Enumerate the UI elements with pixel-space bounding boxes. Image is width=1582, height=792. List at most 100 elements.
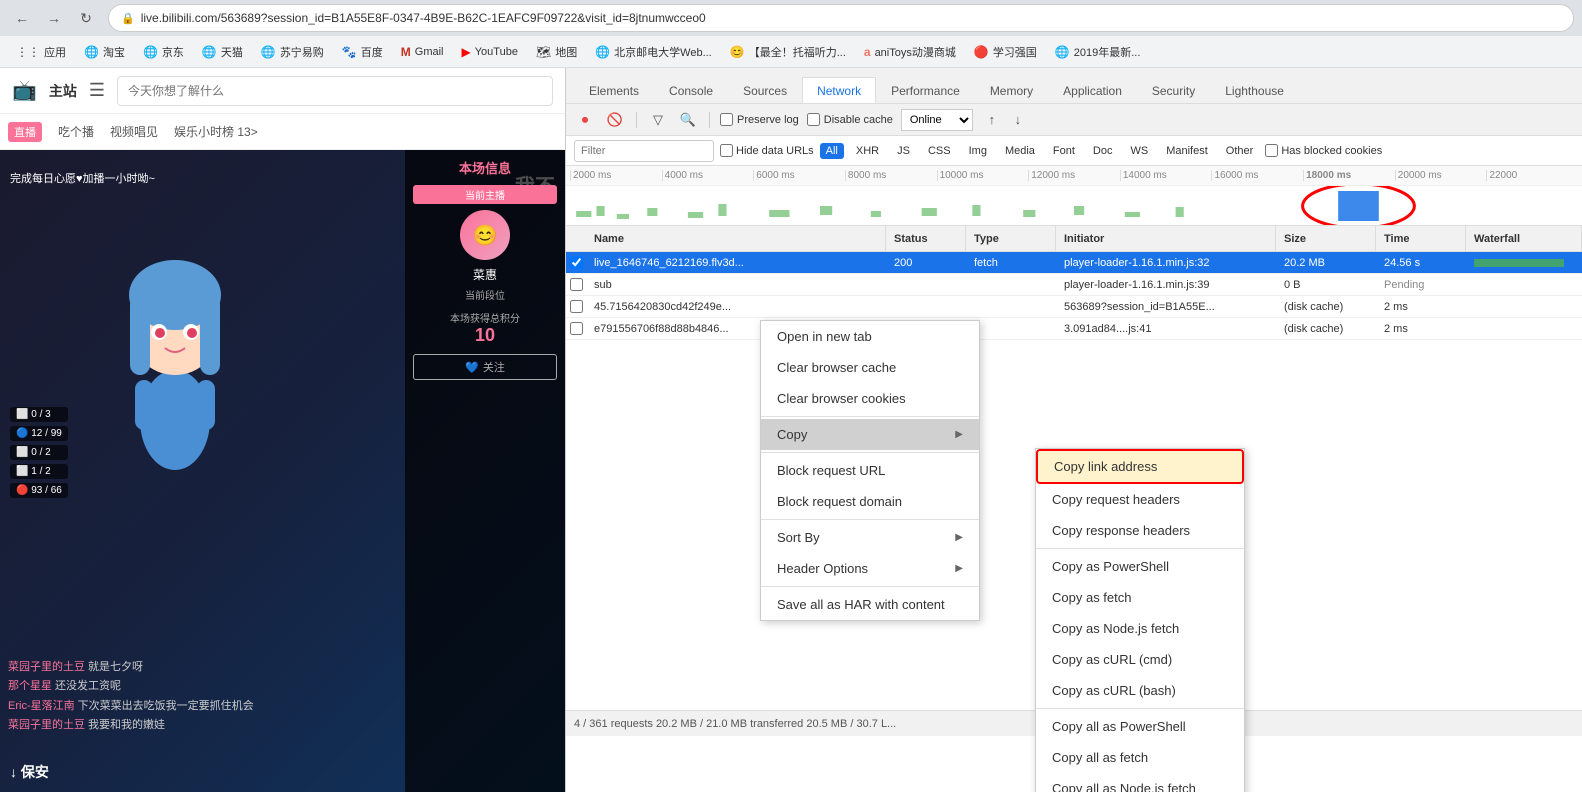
- bookmark-maps[interactable]: 🗺 地图: [528, 40, 585, 64]
- filter-js[interactable]: JS: [891, 143, 916, 159]
- header-time[interactable]: Time: [1376, 226, 1466, 251]
- back-button[interactable]: ←: [8, 4, 36, 32]
- header-initiator[interactable]: Initiator: [1056, 226, 1276, 251]
- filter-xhr[interactable]: XHR: [850, 143, 885, 159]
- disable-cache-check[interactable]: Disable cache: [807, 113, 893, 126]
- bookmark-toefl[interactable]: 😊 【最全！托福听力...: [722, 40, 854, 64]
- mark-18000: 18000 ms: [1303, 170, 1395, 181]
- timeline-chart[interactable]: [566, 186, 1582, 226]
- row-time-4: 2 ms: [1376, 318, 1466, 339]
- filter-img[interactable]: Img: [963, 143, 993, 159]
- bookmark-bupt[interactable]: 🌐 北京邮电大学Web...: [587, 40, 720, 64]
- tab-security[interactable]: Security: [1137, 77, 1210, 104]
- header-size[interactable]: Size: [1276, 226, 1376, 251]
- bookmark-baidu[interactable]: 🐾 百度: [334, 40, 391, 64]
- tab-network[interactable]: Network: [802, 77, 876, 104]
- header-name[interactable]: Name: [586, 226, 886, 251]
- table-row[interactable]: live_1646746_6212169.flv3d... 200 fetch …: [566, 252, 1582, 274]
- row-checkbox-1[interactable]: [566, 252, 586, 273]
- bookmark-jd[interactable]: 🌐 京东: [135, 40, 192, 64]
- bilibili-home[interactable]: 主站: [49, 81, 77, 101]
- row-size-1: 20.2 MB: [1276, 252, 1376, 273]
- address-bar[interactable]: 🔒 live.bilibili.com/563689?session_id=B1…: [108, 4, 1574, 32]
- row-checkbox-4[interactable]: [566, 318, 586, 339]
- tab-elements[interactable]: Elements: [574, 77, 654, 104]
- bookmark-apps[interactable]: ⋮⋮ 应用: [8, 40, 74, 64]
- blocked-cookies-check[interactable]: Has blocked cookies: [1265, 144, 1382, 157]
- lock-icon: 🔒: [121, 12, 135, 25]
- filter-all[interactable]: All: [820, 143, 844, 159]
- overlay-score-label: 本场获得总积分: [413, 310, 557, 325]
- bookmark-anitoys[interactable]: a aniToys动漫商城: [856, 40, 964, 64]
- bookmark-taobao-label: 淘宝: [103, 44, 125, 60]
- row-checkbox-3[interactable]: [566, 296, 586, 317]
- blocked-cookies-label: Has blocked cookies: [1281, 145, 1382, 157]
- chat-msg-3: Eric-星落江南 下次菜菜出去吃饭我一定要抓住机会: [8, 699, 397, 714]
- table-row[interactable]: 45.7156420830cd42f249e... 563689?session…: [566, 296, 1582, 318]
- bilibili-menu-icon[interactable]: ☰: [89, 80, 105, 101]
- tab-lighthouse[interactable]: Lighthouse: [1210, 77, 1299, 104]
- preserve-log-checkbox[interactable]: [720, 113, 733, 126]
- main-area: 📺 主站 ☰ 直播 吃个播 视频唱见 娱乐小时榜 13> 完成每日心愿♥加播一小…: [0, 68, 1582, 792]
- filter-ws[interactable]: WS: [1124, 143, 1154, 159]
- header-type[interactable]: Type: [966, 226, 1056, 251]
- bookmark-youtube[interactable]: ▶ YouTube: [454, 41, 526, 63]
- row-checkbox-2[interactable]: [566, 274, 586, 295]
- bookmark-gmail[interactable]: M Gmail: [393, 41, 452, 63]
- nav-item-chibo[interactable]: 吃个播: [58, 123, 94, 140]
- timeline-ruler: 2000 ms 4000 ms 6000 ms 8000 ms 10000 ms…: [566, 166, 1582, 186]
- tab-sources[interactable]: Sources: [728, 77, 802, 104]
- filter-css[interactable]: CSS: [922, 143, 957, 159]
- row-name-2: sub: [586, 274, 886, 295]
- filter-input[interactable]: [574, 140, 714, 162]
- overlay-rank: 当前段位: [413, 287, 557, 302]
- search-button[interactable]: 🔍: [677, 109, 699, 131]
- blocked-cookies-checkbox[interactable]: [1265, 144, 1278, 157]
- filter-button[interactable]: ▽: [647, 109, 669, 131]
- throttle-select[interactable]: Online Fast 3G Slow 3G Offline: [901, 109, 973, 131]
- filter-font[interactable]: Font: [1047, 143, 1081, 159]
- filter-manifest[interactable]: Manifest: [1160, 143, 1214, 159]
- apps-icon: ⋮⋮: [16, 45, 40, 59]
- bookmarks-bar: ⋮⋮ 应用 🌐 淘宝 🌐 京东 🌐 天猫 🌐 苏宁易购 🐾 百度 M Gmail…: [0, 36, 1582, 68]
- nav-item-rank[interactable]: 娱乐小时榜 13>: [174, 123, 258, 140]
- clear-button[interactable]: 🚫: [604, 109, 626, 131]
- header-check: [566, 226, 586, 251]
- bookmark-tianmao-label: 天猫: [221, 44, 243, 60]
- tab-application[interactable]: Application: [1048, 77, 1137, 104]
- gmail-icon: M: [401, 45, 411, 59]
- bilibili-search-input[interactable]: [117, 76, 553, 106]
- hide-data-urls-check[interactable]: Hide data URLs: [720, 144, 814, 157]
- network-footer: 4 / 361 requests 20.2 MB / 21.0 MB trans…: [566, 710, 1582, 736]
- filter-doc[interactable]: Doc: [1087, 143, 1119, 159]
- filter-media[interactable]: Media: [999, 143, 1041, 159]
- filter-other[interactable]: Other: [1220, 143, 1260, 159]
- follow-button[interactable]: 💙 关注: [413, 354, 557, 380]
- download-button[interactable]: ↓: [1007, 109, 1029, 131]
- record-button[interactable]: ⏺: [574, 109, 596, 131]
- header-status[interactable]: Status: [886, 226, 966, 251]
- bookmark-study[interactable]: 🔴 学习强国: [966, 40, 1045, 64]
- bookmark-taobao[interactable]: 🌐 淘宝: [76, 40, 133, 64]
- tab-console[interactable]: Console: [654, 77, 728, 104]
- mark-8000: 8000 ms: [845, 170, 937, 181]
- table-row[interactable]: sub player-loader-1.16.1.min.js:39 0 B P…: [566, 274, 1582, 296]
- preserve-log-check[interactable]: Preserve log: [720, 113, 799, 126]
- bookmark-tianmao[interactable]: 🌐 天猫: [194, 40, 251, 64]
- mark-10000: 10000 ms: [937, 170, 1029, 181]
- tab-memory[interactable]: Memory: [975, 77, 1048, 104]
- reload-button[interactable]: ↻: [72, 4, 100, 32]
- table-row[interactable]: e791556706f88d88b4846... 3.091ad84....js…: [566, 318, 1582, 340]
- bookmark-gmail-label: Gmail: [415, 46, 444, 58]
- hide-data-urls-checkbox[interactable]: [720, 144, 733, 157]
- upload-button[interactable]: ↑: [981, 109, 1003, 131]
- tab-performance[interactable]: Performance: [876, 77, 975, 104]
- disable-cache-checkbox[interactable]: [807, 113, 820, 126]
- row-type-1: fetch: [966, 252, 1056, 273]
- bookmark-2019[interactable]: 🌐 2019年最新...: [1047, 40, 1149, 64]
- bookmark-suning[interactable]: 🌐 苏宁易购: [253, 40, 332, 64]
- bupt-icon: 🌐: [595, 45, 610, 59]
- nav-item-video[interactable]: 视频唱见: [110, 123, 158, 140]
- header-waterfall[interactable]: Waterfall: [1466, 226, 1582, 251]
- forward-button[interactable]: →: [40, 4, 68, 32]
